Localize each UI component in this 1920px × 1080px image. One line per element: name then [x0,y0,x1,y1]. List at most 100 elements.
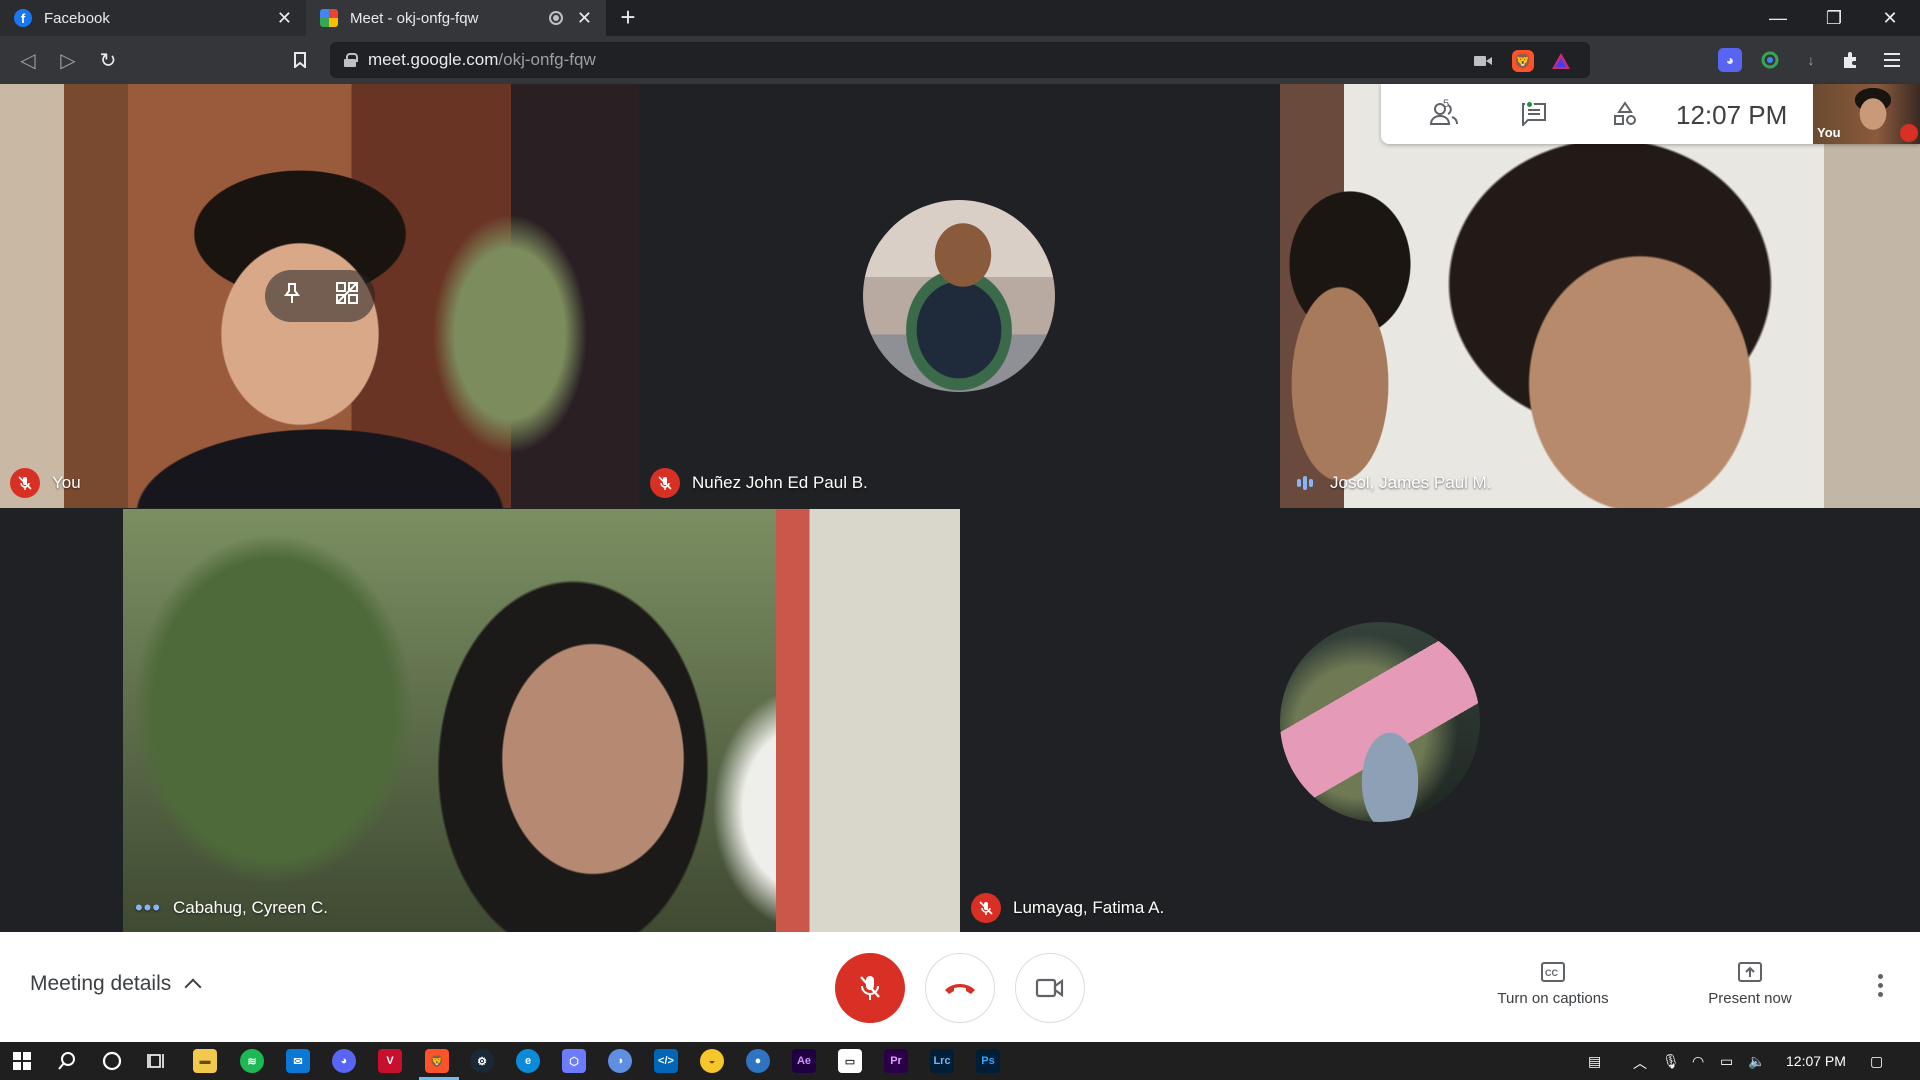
present-now-button[interactable]: Present now [1665,960,1835,1007]
search-icon[interactable] [55,1049,79,1073]
brave-shields-icon[interactable]: 🦁 [1512,50,1534,72]
mic-off-icon [860,976,880,1000]
participant-nameplate: ••• Cabahug, Cyreen C. [133,893,328,923]
browser-toolbar: ◁ ▷ ↻ meet.google.com/okj-onfg-fqw 🦁 ◕ ↓ [0,36,1920,84]
remove-from-grid-icon[interactable] [335,282,358,310]
steam-icon[interactable]: ⚙ [470,1049,494,1073]
mail-icon[interactable]: ✉ [286,1049,310,1073]
participant-tile-cabahug[interactable]: ••• Cabahug, Cyreen C. [123,509,960,933]
meeting-details-button[interactable]: Meeting details [30,972,202,996]
captions-label: Turn on captions [1497,990,1609,1007]
brave-rewards-icon[interactable] [1550,50,1572,72]
close-tab-icon[interactable]: ✕ [277,8,292,29]
app-icon[interactable]: ◒ [700,1049,724,1073]
app-icon[interactable]: ⬡ [562,1049,586,1073]
system-clock[interactable]: 12:07 PM [1786,1053,1846,1069]
present-screen-icon [1738,962,1762,982]
volume-icon[interactable]: 🔈 [1748,1053,1765,1070]
file-explorer-icon[interactable]: ▬ [193,1049,217,1073]
lightroom-classic-icon[interactable]: Lrc [930,1049,954,1073]
participant-nameplate: Josol, James Paul M. [1290,468,1492,498]
chat-button[interactable] [1512,94,1556,134]
meet-control-bar: Meeting details CC Turn on captions Pres… [0,932,1920,1042]
participant-nameplate: You [10,468,81,498]
url-path: /okj-onfg-fqw [498,50,596,69]
notifications-icon[interactable]: ▢ [1870,1053,1883,1070]
discord-extension-icon[interactable]: ◕ [1718,48,1742,72]
lock-icon [344,53,358,67]
address-bar[interactable]: meet.google.com/okj-onfg-fqw 🦁 [330,42,1590,78]
tab-facebook[interactable]: f Facebook ✕ [0,0,306,36]
participant-tile-josol[interactable]: Josol, James Paul M. [1280,84,1920,508]
participant-tile-nunez[interactable]: Nuñez John Ed Paul B. [640,84,1279,508]
download-icon[interactable]: ↓ [1799,48,1823,72]
reload-icon[interactable]: ↻ [94,46,122,74]
close-tab-icon[interactable]: ✕ [577,8,592,29]
camera-toggle-button[interactable] [1015,953,1085,1023]
participant-avatar [1280,622,1480,822]
close-window-button[interactable]: ✕ [1862,0,1918,36]
wifi-icon[interactable]: ◠ [1692,1053,1704,1070]
captions-button[interactable]: CC Turn on captions [1468,960,1638,1007]
extensions-icon[interactable] [1838,48,1862,72]
menu-icon[interactable] [1880,48,1904,72]
bookmark-icon[interactable] [286,46,314,74]
restore-button[interactable]: ❐ [1806,0,1862,36]
svg-text:CC: CC [1545,968,1558,978]
participant-name: Lumayag, Fatima A. [1013,898,1165,917]
brave-icon[interactable]: 🦁 [425,1049,449,1073]
microphone-icon[interactable]: 🎙 [1662,1053,1680,1070]
self-view-thumbnail[interactable]: You [1813,84,1920,144]
chevron-up-icon [184,978,202,996]
mic-off-icon [650,468,680,498]
task-view-icon[interactable] [145,1049,169,1073]
participant-tile-lumayag[interactable]: Lumayag, Fatima A. [961,509,1797,933]
video-feed [123,509,960,933]
discord-icon[interactable]: ◕ [332,1049,356,1073]
vscode-icon[interactable]: </> [654,1049,678,1073]
new-tab-button[interactable]: + [614,4,642,32]
participant-tile-you[interactable]: You [0,84,639,508]
pin-icon[interactable] [283,282,301,310]
app-icon[interactable]: ● [746,1049,770,1073]
edge-icon[interactable]: e [516,1049,540,1073]
windows-taskbar: ▬ ≋ ✉ ◕ V 🦁 ⚙ e ⬡ ◑ </> ◒ ● Ae ▭ Pr Lrc … [0,1042,1920,1080]
meet-stage: You Nuñez John Ed Paul B. Josol, James P… [0,84,1920,933]
tab-meet[interactable]: Meet - okj-onfg-fqw ✕ [306,0,606,36]
more-options-icon[interactable] [1877,974,1883,997]
chat-unread-badge [1525,100,1534,109]
tab-title: Facebook [44,9,110,27]
closed-captions-icon: CC [1541,962,1565,982]
participant-count: 5 [1443,98,1450,110]
self-view-label: You [1817,125,1841,140]
cortana-icon[interactable] [100,1049,124,1073]
app-icon[interactable]: ◑ [608,1049,632,1073]
battery-icon[interactable]: ▭ [1720,1053,1733,1070]
url-host: meet.google.com [368,50,499,69]
hang-up-icon [945,984,975,994]
forward-icon[interactable]: ▷ [54,46,82,74]
participant-name: Josol, James Paul M. [1330,473,1492,492]
google-meet-icon [320,9,338,27]
news-icon[interactable]: ▤ [1588,1053,1601,1070]
chevron-up-icon[interactable]: ︿ [1633,1053,1647,1073]
google-lens-icon[interactable] [1758,48,1782,72]
camera-in-use-icon[interactable] [1472,50,1494,72]
premiere-pro-icon[interactable]: Pr [884,1049,908,1073]
vivaldi-icon[interactable]: V [378,1049,402,1073]
windows-start-icon[interactable] [10,1049,34,1073]
minimize-button[interactable]: — [1750,0,1806,36]
activities-button[interactable] [1603,94,1647,134]
mic-off-icon [1900,124,1918,142]
microphone-toggle-button[interactable] [835,953,905,1023]
back-icon[interactable]: ◁ [14,46,42,74]
participant-avatar [863,200,1055,392]
document-icon[interactable]: ▭ [838,1049,862,1073]
leave-call-button[interactable] [925,953,995,1023]
photoshop-icon[interactable]: Ps [976,1049,1000,1073]
after-effects-icon[interactable]: Ae [792,1049,816,1073]
mic-off-icon [10,468,40,498]
browser-tab-bar: f Facebook ✕ Meet - okj-onfg-fqw ✕ + — ❐… [0,0,1920,36]
spotify-icon[interactable]: ≋ [240,1049,264,1073]
tab-title: Meet - okj-onfg-fqw [350,9,479,27]
